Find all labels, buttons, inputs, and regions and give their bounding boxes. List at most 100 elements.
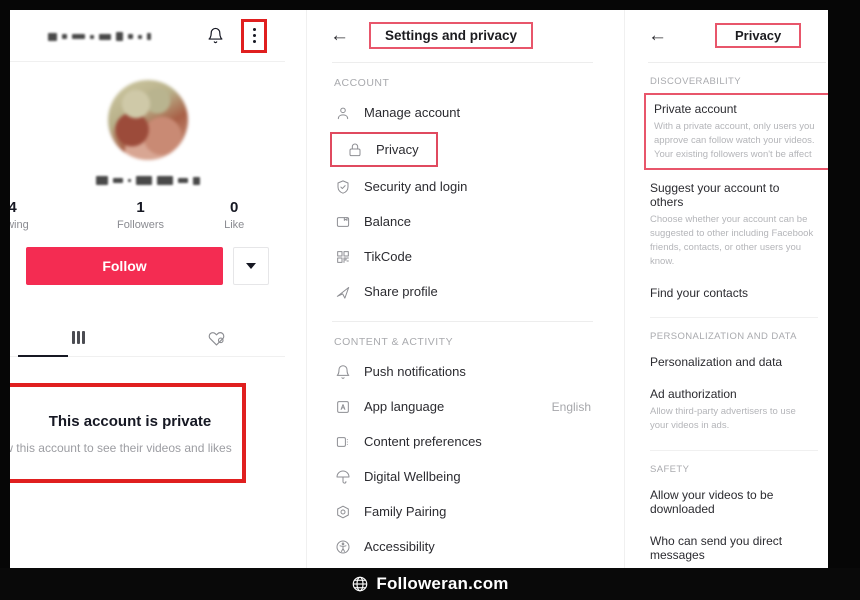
tab-videos[interactable] [10,319,148,356]
privacy-item-find-your-contacts[interactable]: Find your contacts [638,277,828,309]
three-dots-menu-icon[interactable] [241,18,267,53]
wallet-icon [334,213,351,230]
profile-tabs [10,319,285,357]
settings-item-label: Accessibility [364,539,435,554]
privacy-item-title: Private account [654,102,737,116]
section-label: ACCOUNT [334,77,390,89]
umbrella-icon [334,468,351,485]
profile-panel: 14 owing 1 Followers 0 Like Follow [10,10,285,568]
privacy-item-title: Personalization and data [650,355,783,370]
watermark-text: Followeran.com [376,574,509,593]
settings-item-tikcode[interactable]: TikCode [320,239,605,274]
settings-item-app-language[interactable]: App language English [320,389,605,424]
settings-item-security-and-login[interactable]: Security and login [320,169,605,204]
settings-item-manage-account[interactable]: Manage account [320,95,605,130]
bell-icon[interactable] [203,24,227,48]
panel-divider-2 [624,10,625,568]
settings-item-privacy[interactable]: Privacy [330,132,438,167]
settings-item-share-profile[interactable]: Share profile [320,274,605,309]
frame-left-border [0,0,10,568]
settings-item-label: App language [364,399,445,414]
stat-label: owing [10,219,29,231]
section-label: PERSONALIZATION AND DATA [650,331,797,343]
settings-item-label: TikCode [364,249,412,264]
avatar[interactable] [107,80,188,160]
privacy-item-title: Find your contacts [650,286,749,301]
back-arrow-icon[interactable]: ← [648,26,667,45]
privacy-item-suggest-your-account-to-others[interactable]: Suggest your account to others Choose whe… [638,172,828,277]
settings-item-label: Push notifications [364,364,466,379]
stat-value: 0 [230,199,239,216]
active-tab-underline [18,355,68,357]
privacy-sections: DISCOVERABILITY Private account With a pri… [638,63,828,568]
settings-item-label: Share profile [364,284,438,299]
person-icon [334,104,351,121]
frame-top-border [0,0,860,10]
stat-likes[interactable]: 0 Like [187,199,281,231]
settings-topbar: ← Settings and privacy [320,10,605,60]
bell-icon [334,363,351,380]
settings-item-label: Content preferences [364,434,482,449]
settings-item-label: Manage account [364,105,461,120]
private-notice-subtitle: w this account to see their videos and l… [10,441,232,455]
privacy-topbar: ← Privacy [638,10,828,60]
settings-item-family-pairing[interactable]: Family Pairing [320,494,605,529]
privacy-item-description: Allow third-party advertisers to use you… [650,406,796,432]
panel-divider-1 [306,10,307,568]
stat-following[interactable]: 14 owing [10,199,94,231]
privacy-item-private-account[interactable]: Private account With a private account, o… [644,93,828,171]
section-label: SAFETY [650,463,690,475]
profile-topbar [10,10,285,62]
settings-item-label: Security and login [364,179,468,194]
privacy-item-description: With a private account, only users you a… [654,121,815,160]
blurred-username [48,32,151,41]
settings-item-label: Balance [364,214,411,229]
accessibility-icon [334,538,351,555]
watermark-bar: Followeran.com [0,568,860,600]
stat-value: 14 [10,199,17,216]
privacy-item-title: Suggest your account to others [650,181,780,210]
privacy-panel: ← Privacy DISCOVERABILITY Private account… [638,10,828,568]
settings-item-balance[interactable]: Balance [320,204,605,239]
privacy-item-personalization-and-data[interactable]: Personalization and data [638,346,828,378]
tab-liked[interactable] [148,319,286,356]
privacy-item-ad-authorization[interactable]: Ad authorization Allow third-party advert… [638,378,828,442]
settings-item-label: Family Pairing [364,504,447,519]
follow-row: Follow [10,247,285,285]
private-account-notice: This account is private w this account t… [10,383,246,483]
private-notice-title: This account is private [48,413,212,430]
settings-item-digital-wellbeing[interactable]: Digital Wellbeing [320,459,605,494]
lock-icon [346,141,363,158]
privacy-item-who-can-send-you-direct-messages[interactable]: Who can send you direct messages [638,525,828,568]
settings-item-push-notifications[interactable]: Push notifications [320,354,605,389]
settings-panel: ← Settings and privacy ACCOUNT Manage acc… [320,10,605,568]
stat-value: 1 [136,199,145,216]
globe-icon [353,576,368,592]
privacy-item-description: Choose whether your account can be sugge… [650,214,814,267]
blurred-handle [10,176,285,185]
privacy-item-title: Allow your videos to be downloaded [650,487,774,516]
privacy-item-title: Ad authorization [650,387,737,402]
settings-item-label: Digital Wellbeing [364,469,461,484]
back-arrow-icon[interactable]: ← [330,26,349,45]
section-label: DISCOVERABILITY [650,76,741,87]
qr-code-icon [334,248,351,265]
follow-button[interactable]: Follow [26,247,223,285]
stat-label: Like [224,219,245,231]
privacy-item-allow-your-videos-to-be-downloaded[interactable]: Allow your videos to be downloaded [638,479,828,525]
language-icon [334,398,351,415]
privacy-item-title: Who can send you direct messages [650,533,783,562]
settings-item-accessibility[interactable]: Accessibility [320,529,605,564]
stat-followers[interactable]: 1 Followers [94,199,188,231]
settings-item-content-preferences[interactable]: Content preferences [320,424,605,459]
share-icon [334,283,351,300]
frame-right-border [828,0,860,568]
profile-stats: 14 owing 1 Followers 0 Like [10,199,285,231]
liked-private-heart-icon [208,332,225,346]
screenshot-root: 14 owing 1 Followers 0 Like Follow [0,0,860,600]
settings-sections: ACCOUNT Manage account Privacy Security and… [320,63,605,564]
follow-options-button[interactable] [233,247,269,285]
app-canvas: 14 owing 1 Followers 0 Like Follow [10,10,828,568]
shield-check-icon [334,178,351,195]
chevron-down-icon [246,263,256,269]
